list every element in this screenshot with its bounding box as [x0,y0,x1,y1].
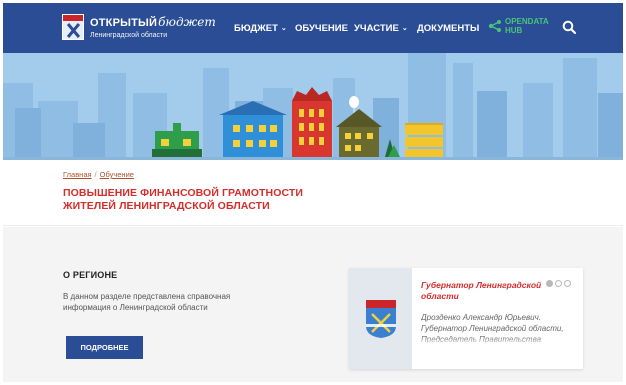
opendata-hub-link[interactable]: OPENDATA HUB [488,17,549,35]
breadcrumb: Главная / Обучение [63,170,134,179]
opendata-label: OPENDATA [505,17,549,26]
governor-card[interactable]: Губернатор Ленинградской области Дрозден… [349,268,583,369]
region-emblem-icon [349,268,412,369]
search-icon[interactable] [562,20,577,35]
share-nodes-icon [488,20,502,32]
nav-item-documents[interactable]: ДОКУМЕНТЫ [417,23,479,34]
breadcrumb-current[interactable]: Обучение [100,170,134,179]
breadcrumb-home-link[interactable]: Главная [63,170,92,179]
nav-item-participation[interactable]: УЧАСТИЕ ⌄ [354,23,408,34]
site-header: ОТКРЫТЫЙ бюджет Ленинградской области БЮД… [3,3,623,53]
nav-item-education[interactable]: ОБУЧЕНИЕ [295,23,348,34]
breadcrumb-separator: / [94,170,97,179]
page-title: ПОВЫШЕНИЕ ФИНАНСОВОЙ ГРАМОТНОСТИ ЖИТЕЛЕЙ… [63,187,304,212]
page-header: Главная / Обучение ПОВЫШЕНИЕ ФИНАНСОВОЙ … [3,160,623,226]
region-heading: О РЕГИОНЕ [63,270,118,280]
governor-description: Дрозденко Александр Юрьевич. Губернатор … [421,312,571,345]
slider-dot-3[interactable] [564,280,571,287]
slider-dot-2[interactable] [555,280,562,287]
city-banner [3,53,623,160]
slider-dots [544,280,571,287]
slider-dot-1[interactable] [546,280,553,287]
more-button[interactable]: ПОДРОБНЕЕ [66,336,143,359]
chevron-down-icon: ⌄ [401,25,408,32]
nav-item-budget[interactable]: БЮДЖЕТ ⌄ [234,23,287,34]
region-description: В данном разделе представлена справочная… [63,292,231,312]
chevron-down-icon: ⌄ [280,25,287,32]
region-section: О РЕГИОНЕ В данном разделе представлена … [3,227,623,382]
hub-label: HUB [505,26,523,35]
